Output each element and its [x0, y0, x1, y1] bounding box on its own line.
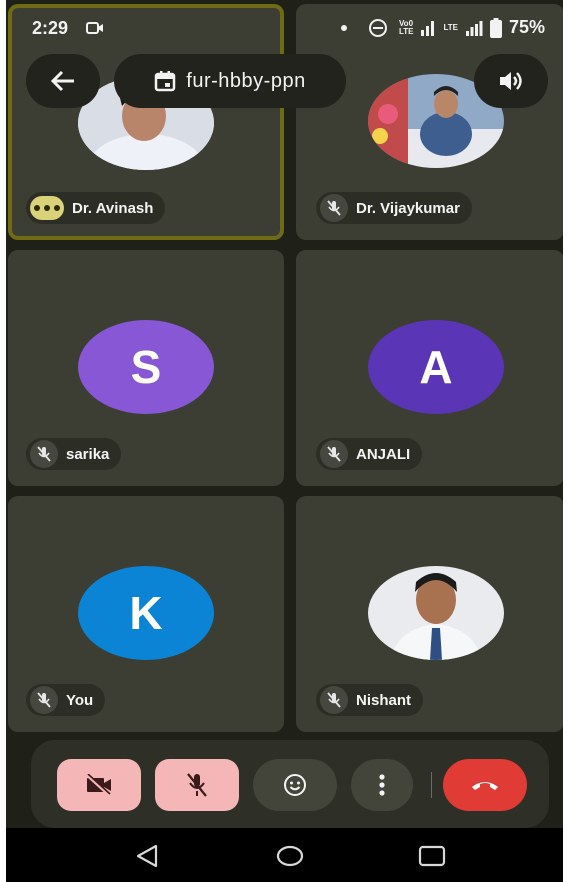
- notification-dot-icon: [340, 24, 347, 31]
- do-not-disturb-icon: [368, 18, 387, 37]
- participant-tile-self[interactable]: K You: [8, 496, 284, 732]
- participant-name-pill: sarika: [26, 438, 122, 470]
- nav-recents-icon[interactable]: [418, 844, 446, 868]
- volte-icon: Vo0 LTE: [398, 18, 414, 36]
- mic-off-icon: [30, 686, 58, 714]
- mic-off-icon: [320, 194, 348, 222]
- participant-name-pill: Dr. Vijaykumar: [316, 192, 472, 224]
- mic-off-icon: [187, 773, 207, 797]
- participant-name-pill: You: [26, 684, 106, 716]
- mic-off-icon: [320, 440, 348, 468]
- signal-icon: [421, 20, 435, 36]
- nav-home-icon[interactable]: [276, 844, 304, 868]
- arrow-left-icon: [50, 70, 74, 92]
- participant-name-pill: ANJALI: [316, 438, 423, 470]
- meet-call-screen: 2:29 Vo0 LTE LTE 75% Dr. Avinash Dr. Vij…: [6, 0, 563, 882]
- mic-off-icon: [30, 440, 58, 468]
- more-vertical-icon: [379, 774, 385, 796]
- speaking-indicator-icon: [30, 196, 64, 220]
- battery-icon: [489, 17, 502, 38]
- speaker-icon: [500, 72, 522, 90]
- mic-off-icon: [320, 686, 348, 714]
- participant-tile[interactable]: S sarika: [8, 250, 284, 486]
- screen-record-icon: [86, 22, 103, 34]
- battery-percent: 75%: [508, 17, 545, 37]
- calendar-icon: [155, 71, 176, 92]
- participant-avatar: A: [368, 320, 504, 414]
- status-time: 2:29: [32, 18, 69, 38]
- more-options-button[interactable]: [351, 759, 413, 811]
- participant-tile[interactable]: Nishant: [296, 496, 563, 732]
- end-call-button[interactable]: [443, 759, 527, 811]
- participant-name-pill: Nishant: [316, 684, 424, 716]
- participant-avatar: K: [78, 566, 214, 660]
- participant-name: sarika: [66, 445, 110, 463]
- meeting-info-button[interactable]: fur-hbby-ppn: [114, 54, 346, 108]
- controls-divider: [431, 772, 432, 798]
- status-bar: 2:29 Vo0 LTE LTE 75%: [6, 0, 563, 52]
- back-button[interactable]: [26, 54, 100, 108]
- participant-name: You: [66, 691, 94, 709]
- participant-tile[interactable]: A ANJALI: [296, 250, 563, 486]
- camera-toggle-button[interactable]: [57, 759, 141, 811]
- participant-name: Dr. Vijaykumar: [356, 199, 460, 217]
- system-nav-bar: [6, 828, 563, 882]
- lte-icon: LTE: [443, 22, 458, 32]
- call-controls-bar: [31, 740, 549, 828]
- nav-back-icon[interactable]: [134, 844, 160, 868]
- emoji-icon: [284, 774, 306, 796]
- meeting-code: fur-hbby-ppn: [186, 69, 306, 92]
- participant-name-pill: Dr. Avinash: [26, 192, 166, 224]
- participant-name: Dr. Avinash: [72, 199, 154, 217]
- reactions-button[interactable]: [253, 759, 337, 811]
- status-icons: Vo0 LTE LTE 75%: [340, 17, 545, 38]
- participant-photo: [368, 566, 504, 660]
- hang-up-icon: [472, 782, 498, 790]
- participant-avatar: S: [78, 320, 214, 414]
- audio-output-button[interactable]: [474, 54, 548, 108]
- camera-off-icon: [85, 774, 111, 796]
- participant-name: ANJALI: [356, 445, 411, 463]
- signal-icon-2: [465, 20, 483, 36]
- mic-toggle-button[interactable]: [155, 759, 239, 811]
- participant-name: Nishant: [356, 691, 412, 709]
